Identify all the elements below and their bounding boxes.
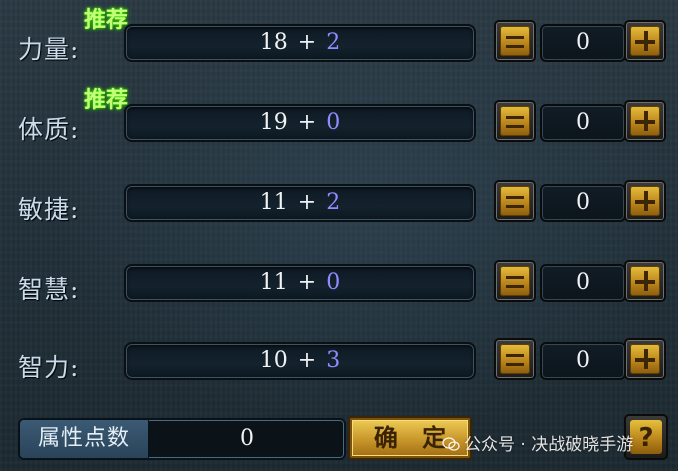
attr-base-value: 10 — [259, 348, 288, 373]
attribute-points-panel: 属性点数 0 — [18, 418, 346, 460]
attr-bonus-value: 2 — [326, 190, 341, 215]
attr-value-bar: 11 +0 — [124, 264, 476, 302]
allocated-count: 0 — [540, 184, 626, 222]
attr-label: 智力: — [18, 353, 80, 382]
watermark-text: 公众号 · 决战破晓手游 — [464, 435, 634, 455]
attr-row-strength: 力量: 推荐 18 +2 0 — [0, 8, 678, 78]
plus-icon — [630, 266, 660, 296]
increase-button[interactable] — [624, 180, 666, 222]
minus-icon — [500, 344, 530, 374]
plus-sign: + — [297, 348, 317, 373]
decrease-button[interactable] — [494, 338, 536, 380]
help-button-label: ? — [638, 423, 654, 453]
attr-value-bar: 18 +2 — [124, 24, 476, 62]
allocated-count: 0 — [540, 342, 626, 380]
attr-row-agility: 敏捷: 11 +2 0 — [0, 178, 678, 238]
plus-sign: + — [297, 270, 317, 295]
decrease-button[interactable] — [494, 20, 536, 62]
attr-value-bar: 10 +3 — [124, 342, 476, 380]
attr-bonus-value: 2 — [326, 30, 341, 55]
decrease-button[interactable] — [494, 180, 536, 222]
minus-icon — [500, 186, 530, 216]
attr-bonus-value: 0 — [326, 110, 341, 135]
attr-row-intelligence: 智力: 10 +3 0 — [0, 336, 678, 396]
allocated-count: 0 — [540, 264, 626, 302]
plus-sign: + — [297, 110, 317, 135]
attr-row-constitution: 体质: 推荐 19 +0 0 — [0, 88, 678, 158]
minus-icon — [500, 266, 530, 296]
watermark: 公众号 · 决战破晓手游 — [442, 430, 633, 455]
attr-base-value: 18 — [259, 30, 288, 55]
attr-base-value: 19 — [259, 110, 288, 135]
attr-label: 力量: — [18, 35, 80, 64]
attr-row-wisdom: 智慧: 11 +0 0 — [0, 258, 678, 318]
recommend-badge: 推荐 — [84, 8, 129, 33]
question-icon: ? — [630, 420, 662, 454]
attr-base-value: 11 — [259, 190, 288, 215]
attr-label: 体质: — [18, 115, 80, 144]
plus-icon — [630, 186, 660, 216]
plus-icon — [630, 344, 660, 374]
plus-icon — [630, 26, 660, 56]
allocated-count: 0 — [540, 104, 626, 142]
attr-label: 智慧: — [18, 275, 80, 304]
attr-base-value: 11 — [259, 270, 288, 295]
attr-value-bar: 19 +0 — [124, 104, 476, 142]
attr-bonus-value: 0 — [326, 270, 341, 295]
attribute-points-label: 属性点数 — [20, 420, 149, 458]
plus-sign: + — [297, 30, 317, 55]
recommend-badge: 推荐 — [84, 88, 129, 113]
allocated-count: 0 — [540, 24, 626, 62]
increase-button[interactable] — [624, 260, 666, 302]
decrease-button[interactable] — [494, 260, 536, 302]
decrease-button[interactable] — [494, 100, 536, 142]
attr-label: 敏捷: — [18, 195, 80, 224]
minus-icon — [500, 106, 530, 136]
plus-icon — [630, 106, 660, 136]
minus-icon — [500, 26, 530, 56]
increase-button[interactable] — [624, 20, 666, 62]
increase-button[interactable] — [624, 338, 666, 380]
attribute-points-value: 0 — [240, 426, 254, 451]
wechat-icon — [442, 437, 460, 451]
attr-bonus-value: 3 — [326, 348, 341, 373]
plus-sign: + — [297, 190, 317, 215]
increase-button[interactable] — [624, 100, 666, 142]
attr-value-bar: 11 +2 — [124, 184, 476, 222]
